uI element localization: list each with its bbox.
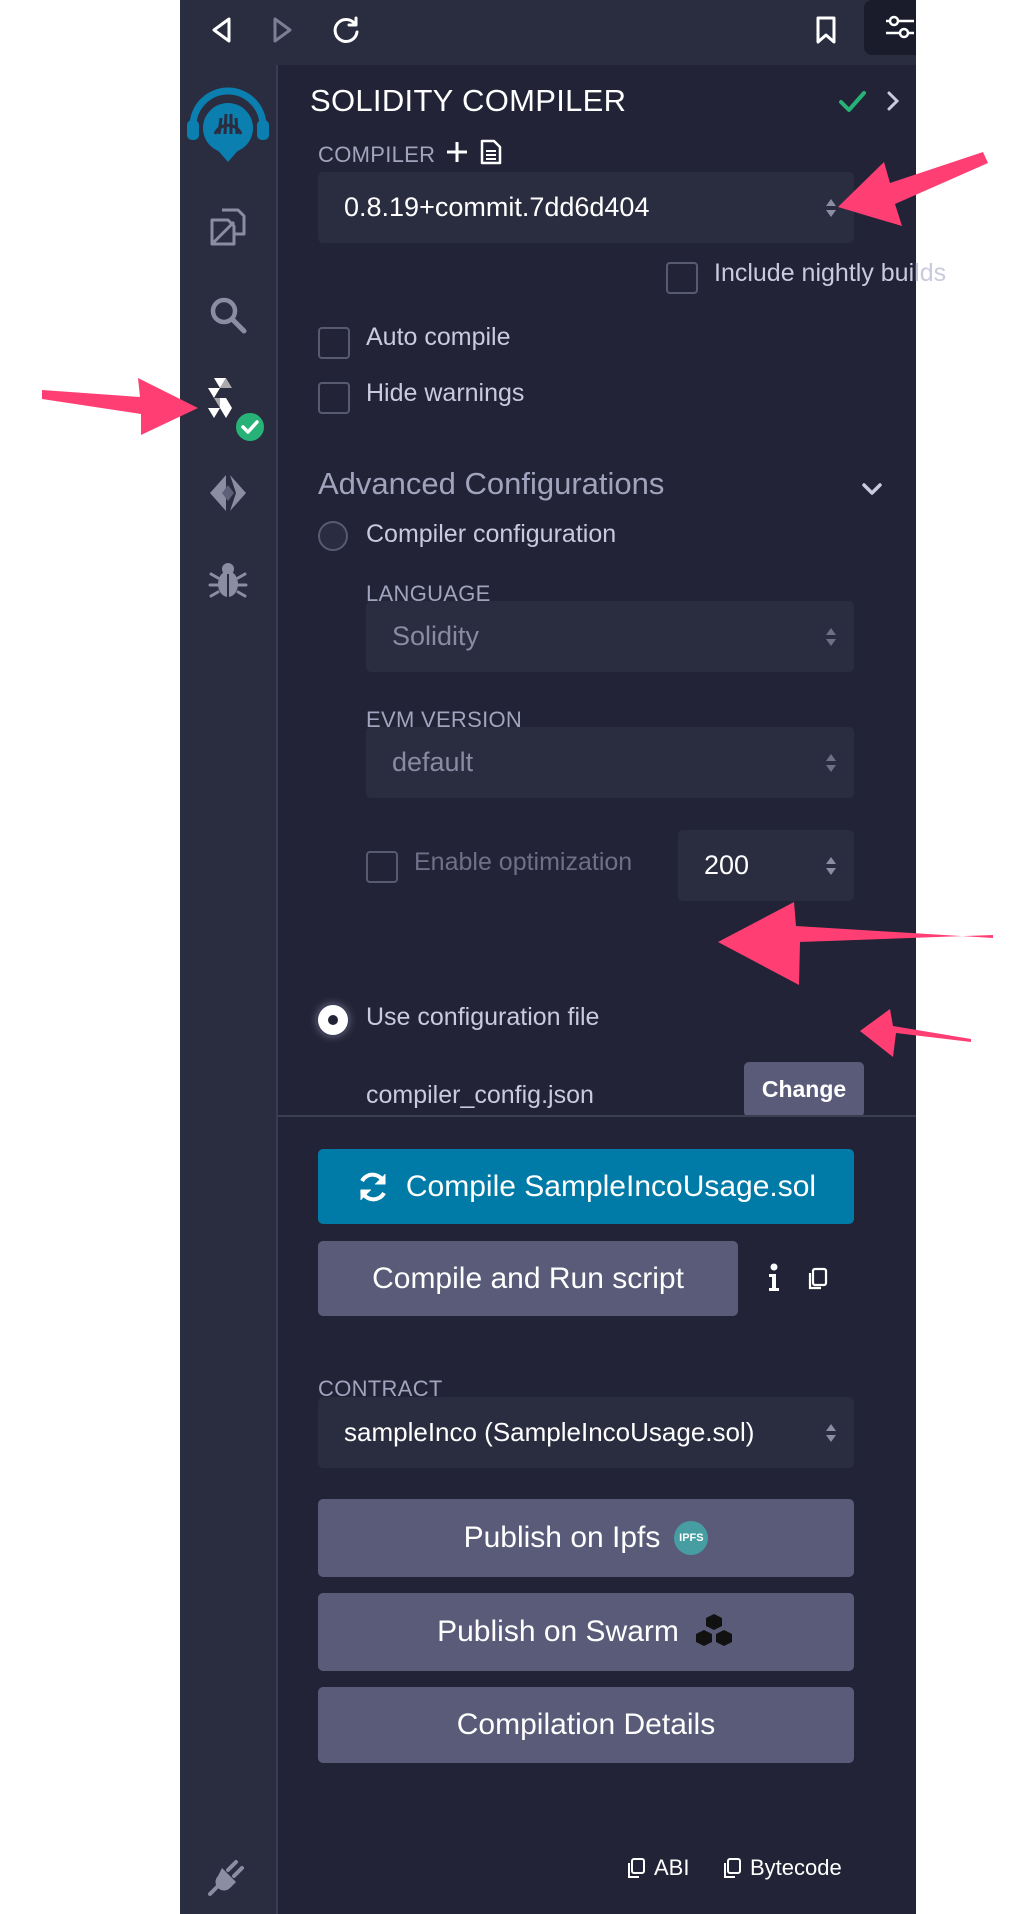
copy-icon xyxy=(628,1858,645,1878)
icon-sidebar xyxy=(180,65,278,1914)
solidity-compiler-panel: SOLIDITY COMPILER COMPILER 0.8.19+commit… xyxy=(278,65,946,1914)
enable-optimization-checkbox[interactable] xyxy=(366,851,398,883)
abi-label: ABI xyxy=(654,1855,690,1880)
debugger-icon[interactable] xyxy=(180,545,276,615)
evm-version-select[interactable]: default xyxy=(366,727,854,798)
select-arrows-icon xyxy=(826,1423,836,1442)
file-explorer-icon[interactable] xyxy=(180,191,276,261)
plus-icon[interactable] xyxy=(445,140,469,164)
copy-icon[interactable] xyxy=(806,1267,828,1291)
select-arrows-icon xyxy=(826,198,836,217)
chevron-down-icon[interactable] xyxy=(860,479,884,499)
evm-version-value: default xyxy=(392,747,474,777)
use-configuration-file-label: Use configuration file xyxy=(366,1003,600,1031)
contract-value: sampleInco (SampleIncoUsage.sol) xyxy=(344,1417,755,1447)
settings-sliders-icon[interactable] xyxy=(864,0,916,55)
swarm-icon xyxy=(695,1614,732,1646)
ipfs-badge-text: IPFS xyxy=(679,1532,704,1544)
ipfs-icon: IPFS xyxy=(674,1521,709,1555)
use-configuration-file-radio[interactable] xyxy=(318,1005,348,1035)
compile-button-label: Compile SampleIncoUsage.sol xyxy=(405,1169,817,1203)
hide-warnings-checkbox[interactable] xyxy=(318,382,350,414)
publish-swarm-button[interactable]: Publish on Swarm xyxy=(318,1593,854,1671)
stepper-arrows-icon xyxy=(826,856,836,875)
compiler-configuration-label: Compiler configuration xyxy=(366,520,617,548)
panel-title: SOLIDITY COMPILER xyxy=(310,83,627,118)
contract-select[interactable]: sampleInco (SampleIncoUsage.sol) xyxy=(318,1397,854,1468)
browser-toolbar xyxy=(180,0,916,65)
config-filename[interactable]: compiler_config.json xyxy=(366,1081,594,1110)
plugin-manager-icon[interactable] xyxy=(180,1841,276,1911)
abi-link[interactable]: ABI xyxy=(626,1855,689,1881)
optimization-runs-value: 200 xyxy=(704,850,750,880)
deploy-run-icon[interactable] xyxy=(180,458,276,528)
back-icon[interactable] xyxy=(204,12,240,48)
compiler-version-value: 0.8.19+commit.7dd6d404 xyxy=(344,192,650,222)
solidity-compiler-icon[interactable] xyxy=(180,369,276,443)
compiler-configuration-radio[interactable] xyxy=(318,521,348,551)
bytecode-link[interactable]: Bytecode xyxy=(722,1855,842,1881)
search-icon[interactable] xyxy=(180,280,276,350)
select-arrows-icon xyxy=(826,627,836,646)
enable-optimization-label: Enable optimization xyxy=(414,848,633,876)
nightly-builds-label: Include nightly builds xyxy=(714,259,947,287)
sync-icon xyxy=(359,1172,386,1201)
annotation-arrow-compiler-icon xyxy=(42,378,198,435)
optimization-runs-input[interactable]: 200 xyxy=(678,830,854,901)
hide-warnings-label: Hide warnings xyxy=(366,379,525,407)
nightly-builds-checkbox[interactable] xyxy=(666,262,698,294)
reload-icon[interactable] xyxy=(328,12,364,48)
forward-icon[interactable] xyxy=(264,12,300,48)
publish-ipfs-label: Publish on Ipfs xyxy=(463,1521,661,1554)
language-value: Solidity xyxy=(392,621,480,651)
info-icon[interactable] xyxy=(766,1263,782,1293)
compile-run-script-button[interactable]: Compile and Run script xyxy=(318,1241,738,1316)
chevron-right-icon[interactable] xyxy=(883,89,903,113)
compile-button[interactable]: Compile SampleIncoUsage.sol xyxy=(318,1149,854,1224)
success-check-icon xyxy=(839,91,866,112)
auto-compile-checkbox[interactable] xyxy=(318,327,350,359)
compilation-details-button[interactable]: Compilation Details xyxy=(318,1687,854,1763)
copy-icon xyxy=(724,1858,741,1878)
compiler-version-select[interactable]: 0.8.19+commit.7dd6d404 xyxy=(318,172,854,243)
publish-swarm-label: Publish on Swarm xyxy=(437,1615,679,1648)
compiler-label: COMPILER xyxy=(318,142,436,167)
section-divider xyxy=(278,1115,916,1117)
bytecode-label: Bytecode xyxy=(750,1855,842,1880)
publish-ipfs-button[interactable]: Publish on Ipfs IPFS xyxy=(318,1499,854,1577)
advanced-configurations-title[interactable]: Advanced Configurations xyxy=(318,466,664,502)
remix-ide-window: SOLIDITY COMPILER COMPILER 0.8.19+commit… xyxy=(180,0,946,1914)
select-arrows-icon xyxy=(826,753,836,772)
document-icon[interactable] xyxy=(480,139,502,165)
success-check-icon xyxy=(234,411,266,443)
change-config-button[interactable]: Change xyxy=(744,1062,864,1117)
remix-logo-icon[interactable] xyxy=(180,75,276,175)
language-select[interactable]: Solidity xyxy=(366,601,854,672)
bookmark-icon[interactable] xyxy=(808,12,844,48)
auto-compile-label: Auto compile xyxy=(366,323,511,351)
